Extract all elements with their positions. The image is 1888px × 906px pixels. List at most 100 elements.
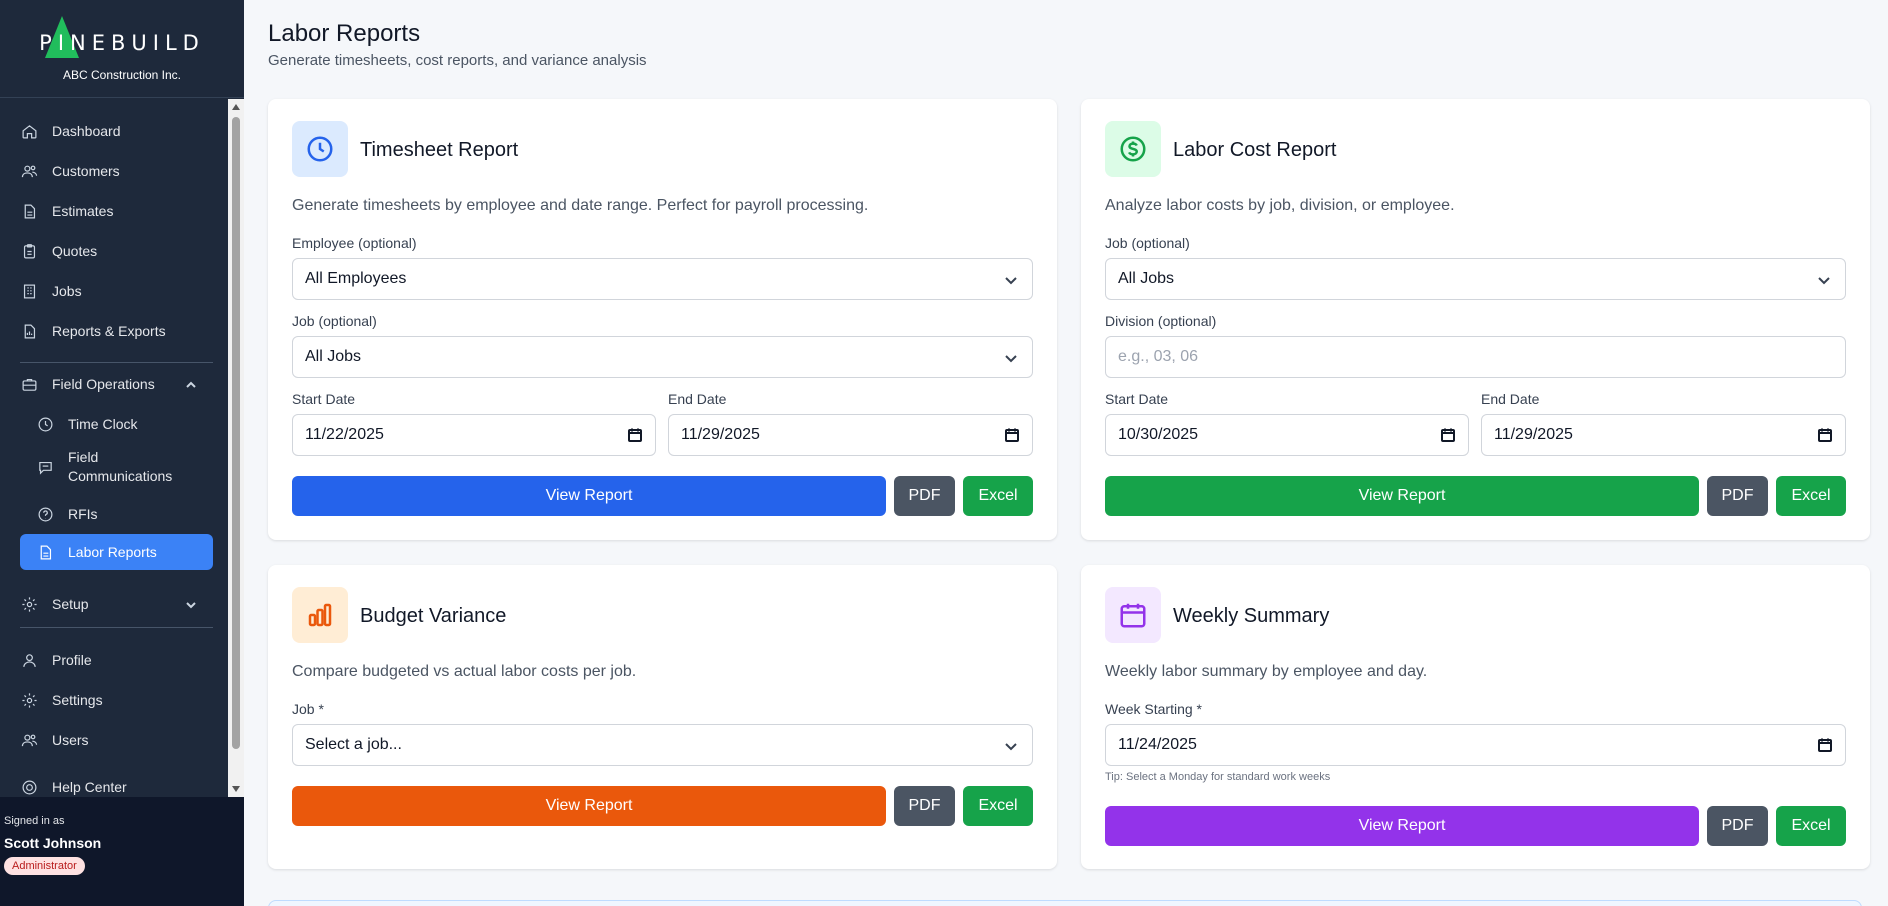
calendar-icon: [1105, 587, 1161, 643]
job-label: Job (optional): [1105, 235, 1190, 251]
job-select[interactable]: Select a job...: [292, 724, 1033, 766]
sidebar-item-customers[interactable]: Customers: [20, 153, 213, 189]
dollar-circle-icon: [1105, 121, 1161, 177]
sidebar-item-rfis[interactable]: RFIs: [20, 496, 213, 532]
nav-scroll-area: Dashboard Customers Estimates Quotes Job…: [0, 99, 244, 797]
end-date-input[interactable]: 11/29/2025: [668, 414, 1033, 456]
excel-button[interactable]: Excel: [1776, 476, 1846, 516]
tip-text: Tip: Select a Monday for standard work w…: [1105, 771, 1331, 783]
sidebar-item-label: Profile: [52, 652, 92, 668]
sidebar-item-field-operations[interactable]: Field Operations: [20, 366, 213, 402]
sidebar-item-users[interactable]: Users: [20, 722, 213, 758]
nav-divider: [20, 627, 213, 628]
calendar-icon[interactable]: [627, 427, 643, 443]
sidebar-item-jobs[interactable]: Jobs: [20, 273, 213, 309]
job-select-value: Select a job...: [305, 736, 402, 753]
division-placeholder: e.g., 03, 06: [1118, 348, 1199, 365]
view-report-button[interactable]: View Report: [1105, 806, 1699, 846]
excel-button[interactable]: Excel: [963, 476, 1033, 516]
logo[interactable]: PINEBUILD: [39, 15, 205, 64]
sidebar-item-setup[interactable]: Setup: [20, 586, 213, 622]
sidebar-item-settings[interactable]: Settings: [20, 682, 213, 718]
end-date-input[interactable]: 11/29/2025: [1481, 414, 1846, 456]
logo-text: PINEBUILD: [39, 30, 205, 55]
gear-icon: [20, 691, 38, 709]
job-label: Job (optional): [292, 313, 377, 329]
scrollbar-thumb[interactable]: [232, 117, 240, 749]
scroll-up-arrow-icon[interactable]: [232, 104, 240, 110]
card-title: Weekly Summary: [1173, 605, 1330, 627]
document-icon: [20, 202, 38, 220]
sidebar-item-profile[interactable]: Profile: [20, 642, 213, 678]
calendar-icon[interactable]: [1817, 737, 1833, 753]
chevron-down-icon: [1004, 351, 1018, 365]
excel-button[interactable]: Excel: [963, 786, 1033, 826]
user-name: Scott Johnson: [4, 835, 102, 851]
card-description: Compare budgeted vs actual labor costs p…: [292, 663, 637, 680]
calendar-icon[interactable]: [1817, 427, 1833, 443]
question-circle-icon: [36, 505, 54, 523]
gear-icon: [20, 595, 38, 613]
employee-label: Employee (optional): [292, 235, 417, 251]
sidebar-item-label: Reports & Exports: [52, 323, 166, 339]
sidebar-item-field-communications[interactable]: Field Communications: [20, 448, 213, 490]
sidebar-item-time-clock[interactable]: Time Clock: [20, 406, 213, 442]
sidebar-item-label: Quotes: [52, 243, 98, 259]
calendar-icon[interactable]: [1440, 427, 1456, 443]
labor-cost-report-card: Labor Cost Report Analyze labor costs by…: [1081, 99, 1870, 540]
job-select[interactable]: All Jobs: [1105, 258, 1846, 300]
building-icon: [20, 282, 38, 300]
chevron-down-icon: [1004, 739, 1018, 753]
clock-icon: [292, 121, 348, 177]
job-label: Job *: [292, 701, 324, 717]
division-input[interactable]: e.g., 03, 06: [1105, 336, 1846, 378]
sidebar-item-quotes[interactable]: Quotes: [20, 233, 213, 269]
sidebar-item-help-center[interactable]: Help Center: [20, 769, 213, 797]
sidebar-item-reports[interactable]: Reports & Exports: [20, 313, 213, 349]
card-description: Weekly labor summary by employee and day…: [1105, 663, 1428, 680]
job-select-value: All Jobs: [1118, 270, 1175, 287]
start-date-input[interactable]: 11/22/2025: [292, 414, 656, 456]
sidebar-item-label: Settings: [52, 692, 103, 708]
weekly-summary-card: Weekly Summary Weekly labor summary by e…: [1081, 565, 1870, 869]
calendar-icon[interactable]: [1004, 427, 1020, 443]
start-date-value: 10/30/2025: [1118, 426, 1199, 443]
card-title: Labor Cost Report: [1173, 139, 1337, 161]
start-date-input[interactable]: 10/30/2025: [1105, 414, 1469, 456]
employee-select[interactable]: All Employees: [292, 258, 1033, 300]
sidebar-item-dashboard[interactable]: Dashboard: [20, 113, 213, 149]
end-date-label: End Date: [1481, 391, 1540, 407]
pdf-button[interactable]: PDF: [1707, 476, 1768, 516]
card-description: Generate timesheets by employee and date…: [292, 197, 869, 214]
scroll-down-arrow-icon[interactable]: [232, 786, 240, 792]
users-icon: [20, 731, 38, 749]
page-title: Labor Reports: [268, 20, 421, 47]
week-starting-label: Week Starting *: [1105, 701, 1203, 717]
sidebar-item-label: Dashboard: [52, 123, 121, 139]
budget-variance-card: Budget Variance Compare budgeted vs actu…: [268, 565, 1057, 869]
division-label: Division (optional): [1105, 313, 1217, 329]
sidebar-item-label: Field Communications: [68, 449, 173, 484]
pdf-button[interactable]: PDF: [894, 786, 955, 826]
main-content: Labor Reports Generate timesheets, cost …: [244, 0, 1888, 906]
view-report-button[interactable]: View Report: [292, 786, 886, 826]
users-icon: [20, 162, 38, 180]
sidebar-item-estimates[interactable]: Estimates: [20, 193, 213, 229]
sidebar-scrollbar[interactable]: [228, 99, 244, 797]
page-subtitle: Generate timesheets, cost reports, and v…: [268, 52, 647, 69]
end-date-value: 11/29/2025: [1494, 426, 1573, 443]
job-select[interactable]: All Jobs: [292, 336, 1033, 378]
sidebar-item-label: Customers: [52, 163, 120, 179]
start-date-label: Start Date: [292, 391, 356, 407]
chat-icon: [36, 458, 54, 476]
sidebar-item-labor-reports[interactable]: Labor Reports: [20, 534, 213, 570]
excel-button[interactable]: Excel: [1776, 806, 1846, 846]
view-report-button[interactable]: View Report: [292, 476, 886, 516]
week-starting-input[interactable]: 11/24/2025: [1105, 724, 1846, 766]
pdf-button[interactable]: PDF: [894, 476, 955, 516]
pdf-button[interactable]: PDF: [1707, 806, 1768, 846]
view-report-button[interactable]: View Report: [1105, 476, 1699, 516]
company-name: ABC Construction Inc.: [62, 67, 182, 82]
chevron-up-icon: [185, 378, 197, 390]
employee-select-value: All Employees: [305, 270, 407, 287]
